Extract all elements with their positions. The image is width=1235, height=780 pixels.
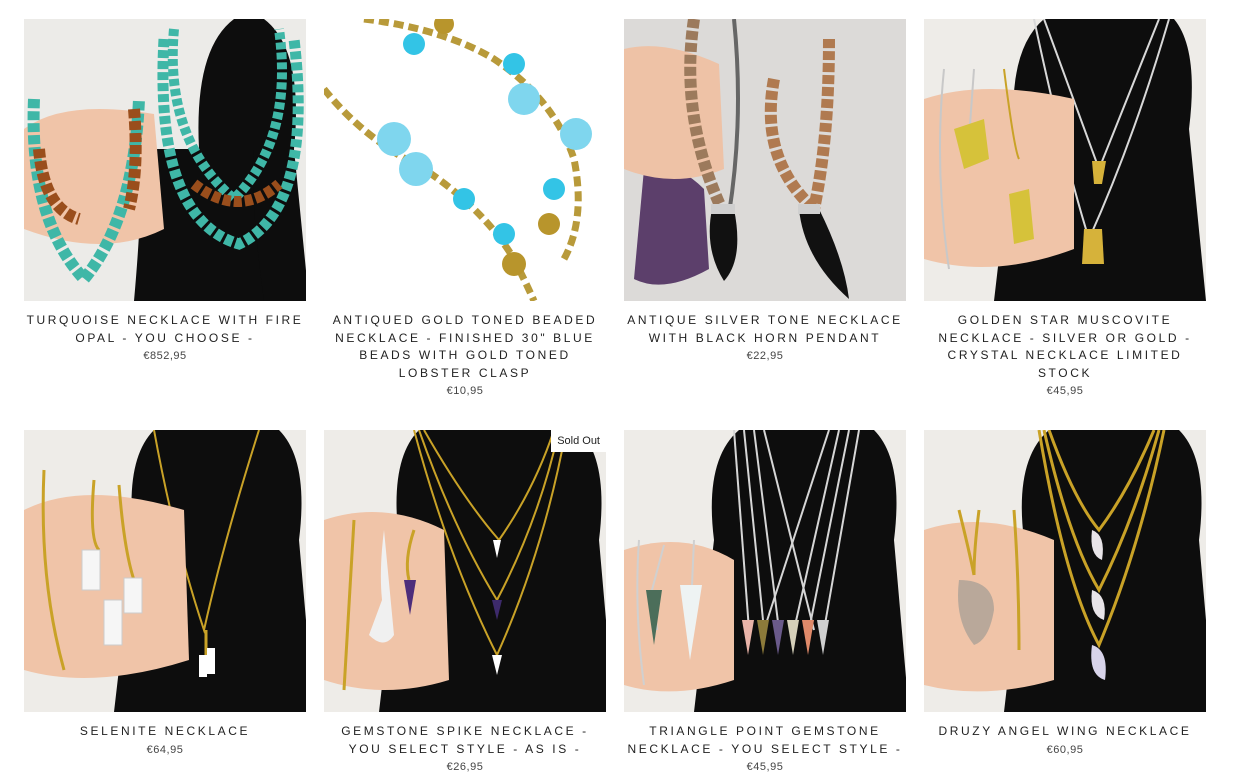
product-title[interactable]: GEMSTONE SPIKE NECKLACE - YOU SELECT STY… <box>324 723 606 758</box>
product-title[interactable]: ANTIQUED GOLD TONED BEADED NECKLACE - FI… <box>324 312 606 382</box>
product-title[interactable]: SELENITE NECKLACE <box>24 723 306 741</box>
product-price: €22,95 <box>746 350 784 362</box>
product-card[interactable]: ANTIQUE SILVER TONE NECKLACE WITH BLACK … <box>624 19 906 430</box>
product-card[interactable]: ANTIQUED GOLD TONED BEADED NECKLACE - FI… <box>324 19 606 430</box>
product-price: €60,95 <box>1046 743 1084 756</box>
product-title[interactable]: DRUZY ANGEL WING NECKLACE <box>924 723 1206 741</box>
product-image[interactable]: Sold Out <box>324 430 606 712</box>
product-card[interactable]: DRUZY ANGEL WING NECKLACE €60,95 <box>924 430 1206 780</box>
product-image[interactable] <box>924 19 1206 301</box>
product-price: €45,95 <box>746 761 784 773</box>
product-price: €852,95 <box>143 350 187 362</box>
product-card[interactable]: SELENITE NECKLACE €64,95 <box>24 430 306 780</box>
sold-out-badge: Sold Out <box>551 430 606 452</box>
product-card[interactable]: TURQUOISE NECKLACE WITH FIRE OPAL - YOU … <box>24 19 306 430</box>
product-price: €10,95 <box>446 385 484 397</box>
product-card[interactable]: TRIANGLE POINT GEMSTONE NECKLACE - YOU S… <box>624 430 906 780</box>
product-title[interactable]: ANTIQUE SILVER TONE NECKLACE WITH BLACK … <box>624 312 906 347</box>
product-grid: TURQUOISE NECKLACE WITH FIRE OPAL - YOU … <box>24 19 1208 780</box>
product-card[interactable]: Sold Out GEMSTONE SPIKE NECKLACE - YOU S… <box>324 430 606 780</box>
product-price: €26,95 <box>446 761 484 773</box>
product-price: €64,95 <box>146 743 184 756</box>
product-image[interactable] <box>24 19 306 301</box>
product-image[interactable] <box>324 19 606 301</box>
product-image[interactable] <box>624 430 906 712</box>
product-image[interactable] <box>924 430 1206 712</box>
product-title[interactable]: TRIANGLE POINT GEMSTONE NECKLACE - YOU S… <box>624 723 906 758</box>
product-card[interactable]: GOLDEN STAR MUSCOVITE NECKLACE - SILVER … <box>924 19 1206 430</box>
product-title[interactable]: GOLDEN STAR MUSCOVITE NECKLACE - SILVER … <box>924 312 1206 382</box>
product-image[interactable] <box>24 430 306 712</box>
product-title[interactable]: TURQUOISE NECKLACE WITH FIRE OPAL - YOU … <box>24 312 306 347</box>
product-price: €45,95 <box>1046 385 1084 397</box>
product-image[interactable] <box>624 19 906 301</box>
